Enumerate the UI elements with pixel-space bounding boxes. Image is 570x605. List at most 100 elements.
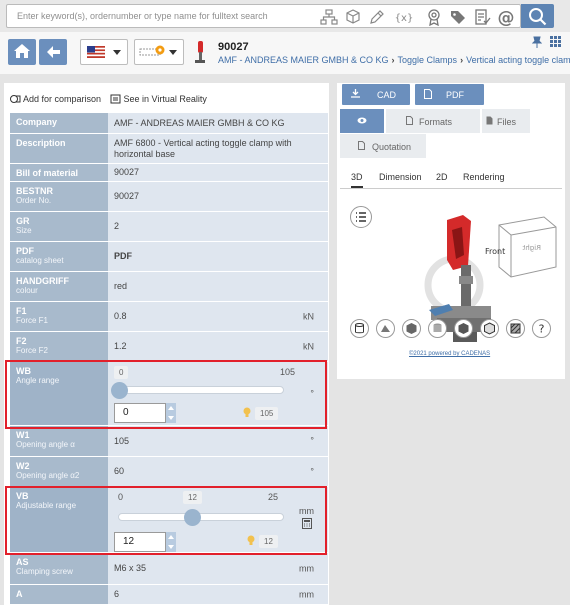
row-key: F2	[16, 336, 27, 346]
grid-icon[interactable]	[550, 36, 561, 47]
pdf-catalog-link[interactable]: PDF	[108, 242, 328, 271]
table-row: GR Size 2	[10, 212, 328, 242]
row-key: W2	[16, 461, 30, 471]
slider-handle[interactable]	[111, 382, 128, 399]
row-unit: °	[310, 466, 314, 476]
quote-icon	[358, 141, 365, 150]
breadcrumb-separator-icon: ›	[391, 55, 395, 65]
subtab-3d[interactable]: 3D	[351, 172, 363, 188]
product-thumbnail[interactable]	[190, 39, 210, 65]
tab-preview[interactable]	[340, 109, 384, 133]
row-unit: kN	[303, 311, 314, 321]
row-key: Bill of material	[16, 168, 79, 178]
menu-button[interactable]	[350, 206, 372, 228]
table-row: BESTNR Order No. 90027	[10, 182, 328, 212]
tab-quotation[interactable]: Quotation	[340, 134, 426, 158]
svg-text:@: @	[498, 8, 515, 26]
license-dropdown[interactable]	[134, 39, 184, 65]
subtab-divider	[340, 188, 562, 189]
tab-files[interactable]: Files	[482, 109, 530, 133]
range-current-label: 12	[183, 491, 202, 504]
search-input[interactable]	[7, 5, 307, 27]
view-wireframe-button[interactable]	[376, 319, 395, 338]
variables-icon[interactable]: {x}	[393, 8, 415, 26]
table-row: Description AMF 6800 - Vertical acting t…	[10, 134, 328, 164]
actions-bar: Add for comparison See in Virtual Realit…	[4, 83, 329, 113]
view-hatched-button[interactable]	[506, 319, 525, 338]
view-smooth-button[interactable]	[428, 319, 447, 338]
row-value: M6 x 35	[114, 563, 147, 573]
help-button[interactable]: ?	[532, 319, 551, 338]
row-key: GR	[16, 216, 30, 226]
subtab-rendering[interactable]: Rendering	[463, 172, 505, 182]
breadcrumb-toggle-clamps[interactable]: Toggle Clamps	[398, 55, 458, 65]
home-button[interactable]	[8, 39, 36, 65]
cadenas-credit-link[interactable]: ©2021 powered by CADENAS	[409, 351, 490, 357]
tags-icon[interactable]	[449, 8, 467, 26]
subtab-2d[interactable]: 2D	[436, 172, 448, 182]
table-row: Bill of material 90027	[10, 164, 328, 182]
hierarchy-icon[interactable]	[320, 8, 338, 26]
slider-handle[interactable]	[184, 509, 201, 526]
lightbulb-icon	[247, 535, 255, 546]
default-value-badge[interactable]: 12	[259, 535, 278, 548]
search-button[interactable]	[521, 4, 554, 28]
breadcrumb-company[interactable]: AMF - ANDREAS MAIER GMBH & CO KG	[218, 55, 389, 65]
table-row: W1 Opening angle α 105 °	[10, 426, 328, 457]
row-value: 0.8	[114, 311, 127, 321]
angle-range-stepper[interactable]	[166, 403, 176, 423]
table-row: W2 Opening angle α2 60 °	[10, 457, 328, 487]
cad-download-button[interactable]: CAD	[342, 84, 410, 105]
pdf-label: PDF	[446, 90, 464, 100]
row-subkey: Angle range	[16, 376, 60, 385]
virtual-reality-link[interactable]: See in Virtual Reality	[110, 94, 207, 104]
tab-formats[interactable]: Formats	[386, 109, 480, 133]
adjustable-range-input[interactable]: 12	[114, 532, 166, 552]
row-subkey: Order No.	[16, 196, 52, 205]
row-value: 105	[114, 435, 130, 446]
row-key: WB	[16, 366, 31, 376]
language-dropdown[interactable]	[80, 39, 128, 65]
default-value-badge[interactable]: 105	[255, 407, 279, 420]
svg-text:{x}: {x}	[395, 13, 414, 24]
view-shaded-button[interactable]	[402, 319, 421, 338]
view-hidden-lines-button[interactable]	[480, 319, 499, 338]
subtab-dimension[interactable]: Dimension	[379, 172, 422, 182]
view-textured-button[interactable]	[454, 319, 473, 338]
add-comparison-label: Add for comparison	[23, 94, 102, 104]
angle-range-input[interactable]: 0	[114, 403, 166, 423]
calculator-icon[interactable]	[302, 518, 312, 529]
us-flag-icon	[87, 46, 105, 58]
adjustable-range-slider[interactable]	[118, 513, 284, 521]
cylinder-icon	[355, 323, 364, 334]
row-key: HANDGRIFF	[16, 276, 69, 286]
row-key: PDF	[16, 246, 34, 256]
angle-range-slider[interactable]	[118, 386, 284, 394]
table-row: A 6 mm	[10, 585, 328, 605]
textured-cube-icon	[458, 323, 469, 334]
cube-front-label: Front	[485, 247, 505, 256]
vr-headset-icon	[110, 94, 121, 104]
adjustable-range-stepper[interactable]	[166, 532, 176, 552]
checklist-icon[interactable]	[473, 8, 491, 26]
home-icon	[14, 44, 30, 58]
add-comparison-link[interactable]: Add for comparison	[10, 94, 101, 104]
row-unit: kN	[303, 341, 314, 351]
table-row-range: VB Adjustable range 0 12 25 12 12 mm	[10, 487, 328, 553]
row-key: W1	[16, 430, 30, 440]
award-icon[interactable]	[425, 8, 443, 26]
pin-icon[interactable]	[532, 36, 542, 48]
pencil-icon[interactable]	[368, 8, 386, 26]
back-button[interactable]	[39, 39, 67, 65]
download-icon	[351, 89, 360, 98]
cube-icon[interactable]	[344, 8, 362, 26]
at-email-icon[interactable]: @	[497, 8, 515, 26]
breadcrumb-vertical-acting[interactable]: Vertical acting toggle clamps	[466, 55, 570, 65]
row-key: VB	[16, 491, 29, 501]
svg-text:?: ?	[539, 323, 545, 336]
view-sketch-button[interactable]	[350, 319, 369, 338]
file-icon	[406, 116, 413, 125]
row-value: 60	[114, 466, 125, 476]
row-value: 90027	[108, 164, 328, 181]
pdf-download-button[interactable]: PDF	[415, 84, 484, 105]
